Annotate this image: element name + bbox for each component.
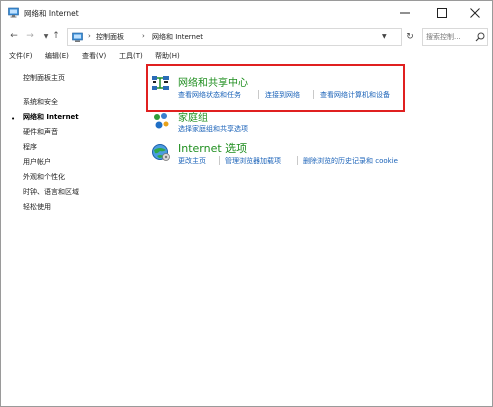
maximize-button[interactable] bbox=[425, 1, 459, 25]
menu-file[interactable]: 文件(F) bbox=[9, 51, 33, 61]
address-bar: ← → ▼ ↑ › 控制面板 › 网络和 Internet ▼ ↻ bbox=[1, 26, 492, 48]
current-item-bullet-icon: • bbox=[11, 115, 16, 123]
refresh-icon: ↻ bbox=[406, 32, 414, 42]
sidebar-item-appearance[interactable]: 外观和个性化 bbox=[23, 172, 65, 182]
task-link-homegroup-sharing-options[interactable]: 选择家庭组和共享选项 bbox=[178, 124, 248, 134]
homegroup-icon[interactable] bbox=[151, 111, 171, 131]
menu-view[interactable]: 查看(V) bbox=[82, 51, 106, 61]
search-box[interactable] bbox=[422, 28, 488, 46]
control-panel-window: 网络和 Internet ← → ▼ ↑ › 控制面板 › 网络和 Intern… bbox=[0, 0, 493, 407]
chevron-down-icon: ▼ bbox=[43, 32, 49, 40]
control-panel-icon bbox=[72, 32, 83, 42]
refresh-button[interactable]: ↻ bbox=[403, 30, 417, 44]
arrow-up-icon: ↑ bbox=[52, 31, 60, 41]
task-link-manage-addons[interactable]: 管理浏览器加载项 bbox=[225, 156, 281, 166]
internet-options-icon[interactable] bbox=[151, 142, 171, 162]
network-folder-icon bbox=[8, 7, 19, 18]
task-link-delete-history-cookies[interactable]: 删除浏览的历史记录和 cookie bbox=[303, 156, 398, 166]
search-icon bbox=[475, 32, 485, 42]
breadcrumb-network-internet[interactable]: 网络和 Internet bbox=[152, 32, 203, 42]
category-title-internet-options[interactable]: Internet 选项 bbox=[178, 140, 247, 156]
task-link-change-homepage[interactable]: 更改主页 bbox=[178, 156, 206, 166]
sidebar-item-user-accounts[interactable]: 用户帐户 bbox=[23, 157, 51, 167]
breadcrumb-separator-icon[interactable]: › bbox=[142, 32, 145, 40]
back-button[interactable]: ← bbox=[7, 29, 21, 43]
breadcrumb-control-panel[interactable]: 控制面板 bbox=[96, 32, 124, 42]
title-bar: 网络和 Internet bbox=[1, 1, 492, 25]
menu-bar: 文件(F) 编辑(E) 查看(V) 工具(T) 帮助(H) bbox=[1, 48, 492, 63]
minimize-button[interactable] bbox=[388, 1, 422, 25]
menu-edit[interactable]: 编辑(E) bbox=[45, 51, 69, 61]
forward-button[interactable]: → bbox=[23, 29, 37, 43]
sidebar-item-network-internet: 网络和 Internet bbox=[23, 113, 79, 121]
sidebar-item-control-panel-home[interactable]: 控制面板主页 bbox=[23, 73, 65, 83]
close-button[interactable] bbox=[458, 1, 492, 25]
maximize-icon bbox=[437, 8, 447, 18]
up-button[interactable]: ↑ bbox=[49, 29, 63, 43]
menu-help[interactable]: 帮助(H) bbox=[155, 51, 180, 61]
sidebar-item-hardware-sound[interactable]: 硬件和声音 bbox=[23, 127, 58, 137]
sidebar-item-clock-region[interactable]: 时钟、语言和区域 bbox=[23, 187, 79, 197]
breadcrumb-separator-icon[interactable]: › bbox=[88, 32, 91, 40]
sidebar-item-programs[interactable]: 程序 bbox=[23, 142, 37, 152]
sidebar-item-system-security[interactable]: 系统和安全 bbox=[23, 97, 58, 107]
menu-tools[interactable]: 工具(T) bbox=[119, 51, 143, 61]
breadcrumb[interactable]: › 控制面板 › 网络和 Internet ▼ bbox=[67, 28, 402, 46]
arrow-right-icon: → bbox=[26, 31, 34, 41]
chevron-down-icon[interactable]: ▼ bbox=[382, 33, 387, 40]
close-icon bbox=[470, 8, 480, 18]
search-input[interactable] bbox=[426, 31, 472, 43]
window-title: 网络和 Internet bbox=[24, 9, 79, 18]
annotation-highlight-box bbox=[146, 64, 405, 112]
arrow-left-icon: ← bbox=[10, 31, 18, 41]
minimize-icon bbox=[400, 12, 410, 14]
link-divider bbox=[219, 156, 220, 165]
sidebar-item-ease-of-access[interactable]: 轻松使用 bbox=[23, 202, 51, 212]
category-title-homegroup[interactable]: 家庭组 bbox=[178, 109, 208, 124]
link-divider bbox=[297, 156, 298, 165]
